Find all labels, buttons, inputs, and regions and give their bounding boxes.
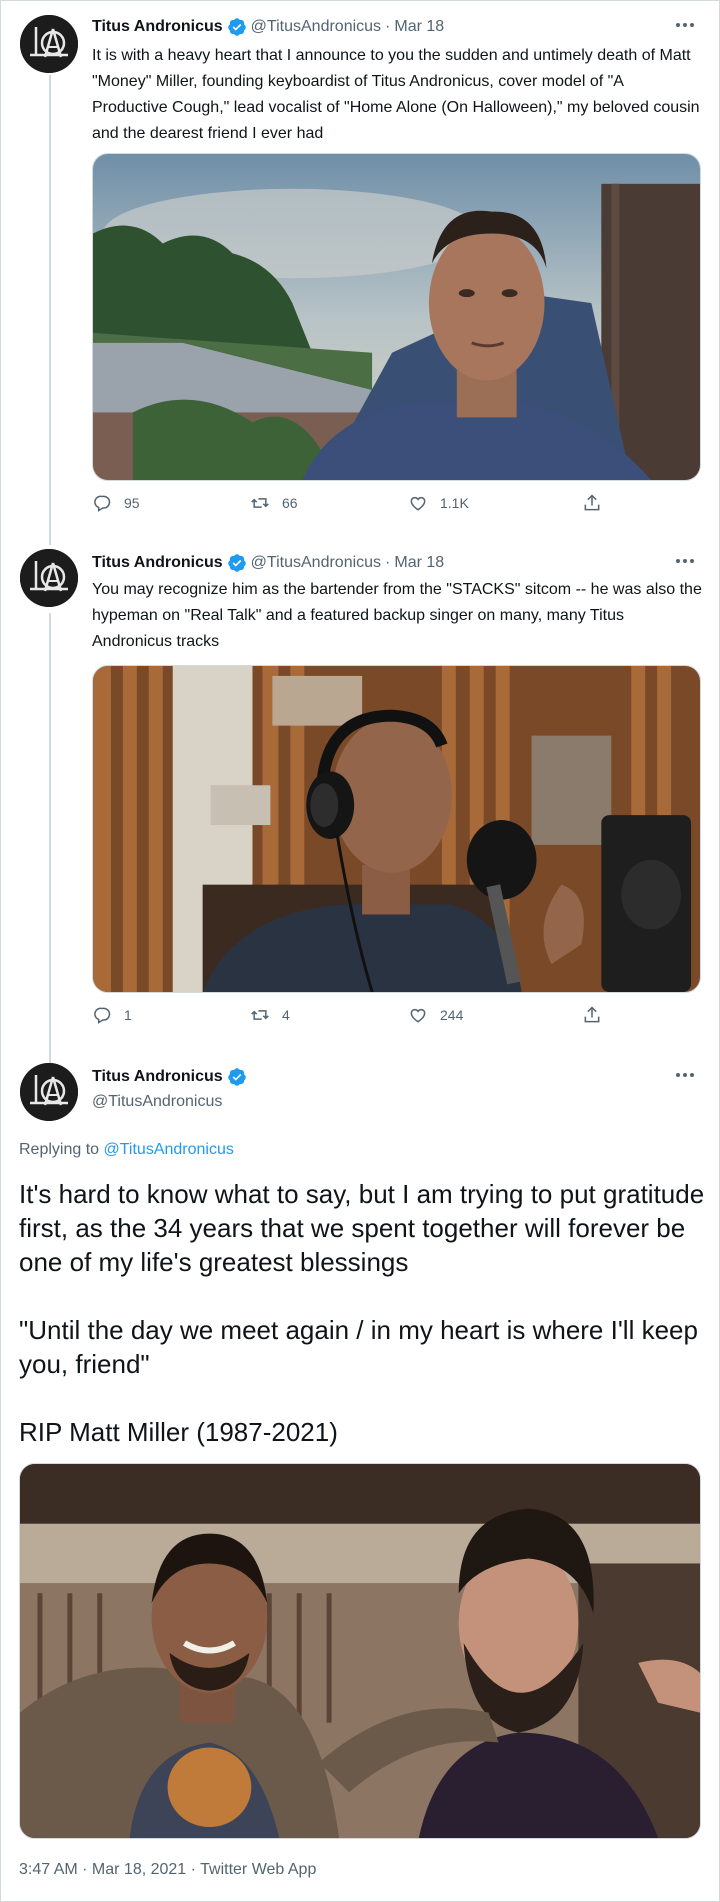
more-icon[interactable] — [671, 13, 699, 37]
tweet-actions: 1 4 244 — [92, 1005, 612, 1035]
verified-badge-icon — [227, 1068, 246, 1086]
like-button[interactable]: 1.1K — [408, 493, 469, 513]
like-count: 1.1K — [440, 495, 469, 511]
tweet-header: Titus Andronicus @TitusAndronicus · Mar … — [92, 17, 444, 37]
photo-portrait — [93, 154, 700, 480]
handle[interactable]: @TitusAndronicus — [251, 17, 381, 37]
reply-icon — [94, 495, 111, 512]
more-icon[interactable] — [671, 1063, 699, 1087]
avatar[interactable] — [20, 549, 78, 607]
tweet-date[interactable]: Mar 18 — [394, 553, 444, 573]
avatar[interactable] — [20, 1063, 78, 1121]
more-icon[interactable] — [671, 549, 699, 573]
tweet-text: You may recognize him as the bartender f… — [92, 581, 702, 650]
share-button[interactable] — [582, 493, 614, 513]
like-button[interactable]: 244 — [408, 1005, 463, 1025]
reply-button[interactable]: 95 — [92, 493, 140, 513]
separator-dot: · — [385, 18, 391, 35]
retweet-count: 66 — [282, 495, 298, 511]
reply-count: 1 — [124, 1007, 132, 1023]
retweet-icon — [251, 1010, 269, 1020]
avatar[interactable] — [20, 15, 78, 73]
avatar-logo — [20, 549, 78, 607]
retweet-button[interactable]: 4 — [250, 1005, 290, 1025]
replying-to: Replying to @TitusAndronicus — [19, 1141, 234, 1159]
verified-badge-icon — [227, 554, 246, 572]
retweet-count: 4 — [282, 1007, 290, 1023]
reply-icon — [94, 1007, 111, 1024]
replying-to-handle[interactable]: @TitusAndronicus — [104, 1141, 234, 1158]
display-name[interactable]: Titus Andronicus — [92, 1067, 223, 1087]
share-button[interactable] — [582, 1005, 614, 1025]
display-name[interactable]: Titus Andronicus — [92, 553, 223, 573]
photo-two-men — [20, 1464, 700, 1838]
tweet-header: Titus Andronicus — [92, 1067, 251, 1087]
tweet-image[interactable] — [92, 665, 701, 993]
photo-singer — [93, 666, 700, 992]
tweet-header: Titus Andronicus @TitusAndronicus · Mar … — [92, 553, 444, 573]
tweet-actions: 95 66 1.1K — [92, 493, 612, 523]
replying-to-label: Replying to — [19, 1141, 100, 1158]
handle[interactable]: @TitusAndronicus — [251, 553, 381, 573]
share-icon — [584, 494, 600, 511]
handle[interactable]: @TitusAndronicus — [92, 1093, 222, 1111]
tweet-text: It is with a heavy heart that I announce… — [92, 47, 700, 142]
share-icon — [584, 1006, 600, 1023]
tweet-timestamp[interactable]: 3:47 AM · Mar 18, 2021 · Twitter Web App — [19, 1861, 316, 1879]
tweet-1: Titus Andronicus @TitusAndronicus · Mar … — [1, 1, 720, 541]
separator-dot: · — [385, 554, 391, 571]
reply-button[interactable]: 1 — [92, 1005, 132, 1025]
tweet-text-para-1: It's hard to know what to say, but I am … — [19, 1179, 705, 1277]
tweet-text-para-3: RIP Matt Miller (1987-2021) — [19, 1417, 338, 1447]
like-icon — [410, 1008, 426, 1023]
like-icon — [410, 496, 426, 511]
tweet-thread-frame: Titus Andronicus @TitusAndronicus · Mar … — [0, 0, 720, 1902]
retweet-icon — [251, 498, 269, 508]
reply-count: 95 — [124, 495, 140, 511]
display-name[interactable]: Titus Andronicus — [92, 17, 223, 37]
tweet-image[interactable] — [92, 153, 701, 481]
tweet-2: Titus Andronicus @TitusAndronicus · Mar … — [1, 541, 720, 1061]
avatar-logo — [20, 1063, 78, 1121]
tweet-image[interactable] — [19, 1463, 701, 1839]
tweet-text-para-2: "Until the day we meet again / in my hea… — [19, 1315, 698, 1379]
tweet-date[interactable]: Mar 18 — [394, 17, 444, 37]
retweet-button[interactable]: 66 — [250, 493, 298, 513]
avatar-logo — [20, 15, 78, 73]
verified-badge-icon — [227, 18, 246, 36]
like-count: 244 — [440, 1007, 464, 1023]
